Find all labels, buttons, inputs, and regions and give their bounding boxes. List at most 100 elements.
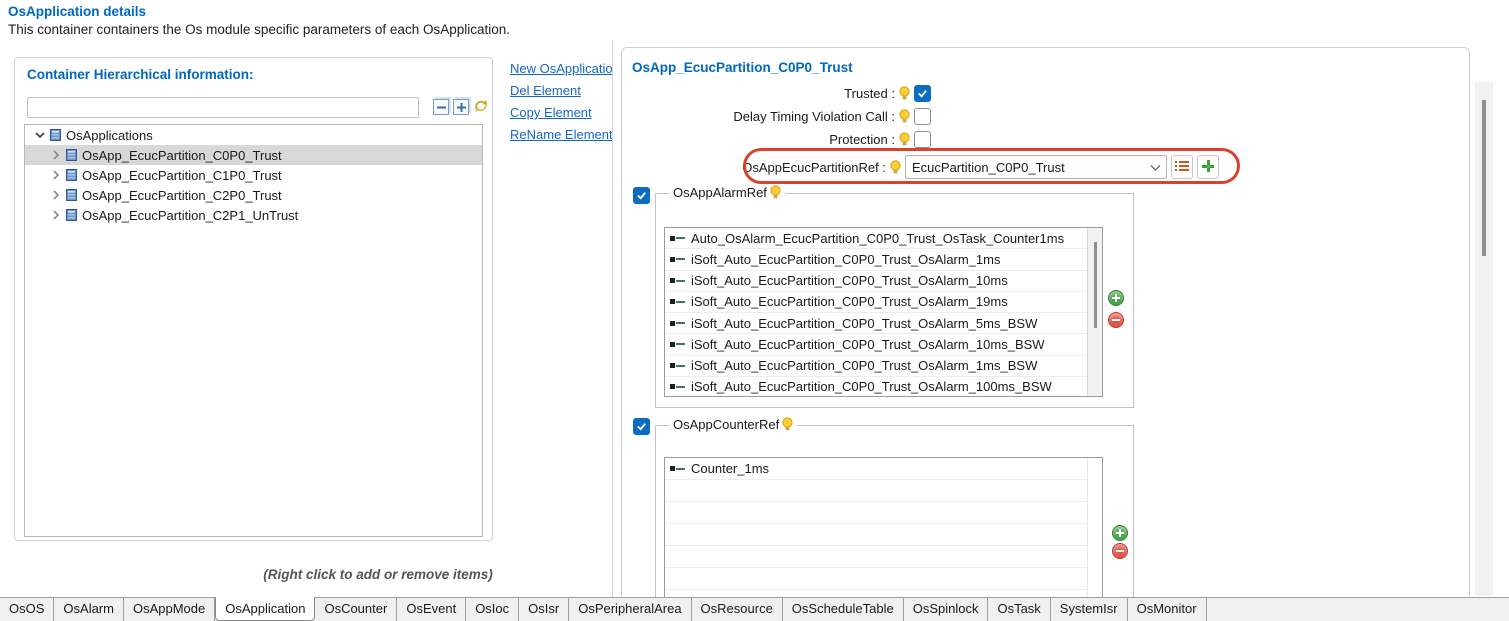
tab-osevent[interactable]: OsEvent <box>397 598 466 621</box>
refresh-button[interactable] <box>473 99 489 115</box>
trusted-label: Trusted : <box>844 86 895 101</box>
trusted-checkbox[interactable] <box>914 85 931 102</box>
copy-element-link[interactable]: Copy Element <box>510 105 612 121</box>
ecuc-partition-ref-combobox[interactable]: EcucPartition_C0P0_Trust <box>905 155 1167 179</box>
alarm-add-button[interactable] <box>1108 290 1124 306</box>
list-item[interactable]: iSoft_Auto_EcucPartition_C0P0_Trust_OsAl… <box>665 292 1089 313</box>
ref-picker-button[interactable] <box>1171 155 1193 179</box>
scrollbar-thumb[interactable] <box>1094 242 1097 328</box>
counter-add-button[interactable] <box>1112 525 1128 541</box>
chevron-collapsed-icon[interactable] <box>49 190 63 200</box>
tree-node-osapp-c0p0[interactable]: OsApp_EcucPartition_C0P0_Trust <box>25 145 482 165</box>
tree-node-osapp-c1p0[interactable]: OsApp_EcucPartition_C1P0_Trust <box>25 165 482 185</box>
tab-osisr[interactable]: OsIsr <box>519 598 569 621</box>
panel-splitter[interactable] <box>612 40 613 597</box>
protection-label: Protection : <box>829 132 895 147</box>
empty-row[interactable] <box>665 480 1088 502</box>
chevron-expanded-icon[interactable] <box>33 130 47 140</box>
tab-osmonitor[interactable]: OsMonitor <box>1128 598 1207 621</box>
empty-row[interactable] <box>665 502 1088 524</box>
list-item-label: iSoft_Auto_EcucPartition_C0P0_Trust_OsAl… <box>691 252 1001 267</box>
list-item[interactable]: Auto_OsAlarm_EcucPartition_C0P0_Trust_Os… <box>665 228 1089 249</box>
right-click-hint: (Right click to add or remove items) <box>64 567 692 582</box>
counter-list-scrollbar[interactable] <box>1087 458 1102 620</box>
tab-osappmode[interactable]: OsAppMode <box>124 598 215 621</box>
detail-panel-scrollbar[interactable] <box>1475 82 1493 596</box>
tab-osscheduletable[interactable]: OsScheduleTable <box>783 598 904 621</box>
osappalarmref-enable-checkbox[interactable] <box>633 187 650 204</box>
list-item[interactable]: iSoft_Auto_EcucPartition_C0P0_Trust_OsAl… <box>665 377 1089 397</box>
list-item[interactable]: iSoft_Auto_EcucPartition_C0P0_Trust_OsAl… <box>665 249 1089 270</box>
list-item[interactable]: Counter_1ms <box>665 458 1088 480</box>
tab-osioc[interactable]: OsIoc <box>466 598 519 621</box>
container-icon <box>65 208 78 222</box>
list-item-label: iSoft_Auto_EcucPartition_C0P0_Trust_OsAl… <box>691 379 1052 394</box>
chevron-collapsed-icon[interactable] <box>49 170 63 180</box>
element-actions: New OsApplication Del Element Copy Eleme… <box>510 61 612 149</box>
lightbulb-icon <box>770 185 781 200</box>
protection-checkbox[interactable] <box>914 131 931 148</box>
lightbulb-icon <box>899 86 910 101</box>
tree-node-osapp-c2p1[interactable]: OsApp_EcucPartition_C2P1_UnTrust <box>25 205 482 225</box>
list-item-label: iSoft_Auto_EcucPartition_C0P0_Trust_OsAl… <box>691 337 1045 352</box>
ref-item-icon <box>670 236 685 241</box>
rename-element-link[interactable]: ReName Element <box>510 127 612 143</box>
container-icon <box>49 128 62 142</box>
alarm-remove-button[interactable] <box>1108 312 1124 328</box>
tab-osalarm[interactable]: OsAlarm <box>54 598 124 621</box>
empty-row[interactable] <box>665 524 1088 546</box>
tree-node-osapp-c2p0[interactable]: OsApp_EcucPartition_C2P0_Trust <box>25 185 482 205</box>
list-item[interactable]: iSoft_Auto_EcucPartition_C0P0_Trust_OsAl… <box>665 334 1089 355</box>
alarm-list-scrollbar[interactable] <box>1087 228 1102 396</box>
combobox-value: EcucPartition_C0P0_Trust <box>912 160 1065 175</box>
list-item-label: iSoft_Auto_EcucPartition_C0P0_Trust_OsAl… <box>691 316 1037 331</box>
osappcounterref-group: OsAppCounterRef Counter_1ms <box>655 425 1134 621</box>
tab-osresource[interactable]: OsResource <box>692 598 783 621</box>
chevron-down-icon <box>1150 160 1161 175</box>
group-label-text: OsAppAlarmRef <box>673 185 767 200</box>
empty-row[interactable] <box>665 546 1088 568</box>
tree-node-osapplications[interactable]: OsApplications <box>25 125 482 145</box>
tab-osperipheralarea[interactable]: OsPeripheralArea <box>569 598 691 621</box>
container-icon <box>65 188 78 202</box>
tab-osos[interactable]: OsOS <box>0 598 54 621</box>
scrollbar-thumb[interactable] <box>1482 100 1486 256</box>
tab-systemisr[interactable]: SystemIsr <box>1051 598 1128 621</box>
list-item-label: iSoft_Auto_EcucPartition_C0P0_Trust_OsAl… <box>691 273 1008 288</box>
collapse-all-button[interactable] <box>433 99 449 115</box>
tab-oscounter[interactable]: OsCounter <box>315 598 397 621</box>
counter-remove-button[interactable] <box>1112 543 1128 559</box>
plus-icon <box>1202 160 1214 175</box>
chevron-collapsed-icon[interactable] <box>49 210 63 220</box>
tab-osspinlock[interactable]: OsSpinlock <box>904 598 989 621</box>
tree-node-label: OsApp_EcucPartition_C1P0_Trust <box>82 168 282 183</box>
hierarchy-search-input[interactable] <box>27 97 419 118</box>
tree-node-label: OsApp_EcucPartition_C0P0_Trust <box>82 148 282 163</box>
delay-timing-violation-checkbox[interactable] <box>914 108 931 125</box>
module-tab-bar: OsOS OsAlarm OsAppMode OsApplication OsC… <box>0 597 1509 621</box>
del-element-link[interactable]: Del Element <box>510 83 612 99</box>
expand-all-button[interactable] <box>453 99 469 115</box>
osappalarmref-group-label: OsAppAlarmRef <box>669 185 785 200</box>
tab-osapplication[interactable]: OsApplication <box>215 597 315 621</box>
chevron-collapsed-icon[interactable] <box>49 150 63 160</box>
new-osapplication-link[interactable]: New OsApplication <box>510 61 612 77</box>
ref-add-button[interactable] <box>1197 155 1219 179</box>
list-item[interactable]: iSoft_Auto_EcucPartition_C0P0_Trust_OsAl… <box>665 356 1089 377</box>
ref-item-icon <box>670 363 685 368</box>
ref-item-icon <box>670 299 685 304</box>
list-item-label: iSoft_Auto_EcucPartition_C0P0_Trust_OsAl… <box>691 294 1008 309</box>
osapplication-detail-panel: OsApp_EcucPartition_C0P0_Trust Trusted :… <box>621 47 1470 596</box>
lightbulb-icon <box>890 160 901 175</box>
box-minus-icon <box>437 100 446 115</box>
tab-ostask[interactable]: OsTask <box>988 598 1050 621</box>
list-item[interactable]: iSoft_Auto_EcucPartition_C0P0_Trust_OsAl… <box>665 271 1089 292</box>
page-description: This container containers the Os module … <box>8 22 510 37</box>
osappcounterref-enable-checkbox[interactable] <box>633 418 650 435</box>
empty-row[interactable] <box>665 568 1088 590</box>
list-item[interactable]: iSoft_Auto_EcucPartition_C0P0_Trust_OsAl… <box>665 313 1089 334</box>
container-icon <box>65 148 78 162</box>
ecuc-partition-ref-row: OsAppEcucPartitionRef : EcucPartition_C0… <box>622 154 1219 180</box>
page-title: OsApplication details <box>8 4 146 19</box>
osappalarmref-list: Auto_OsAlarm_EcucPartition_C0P0_Trust_Os… <box>664 227 1103 397</box>
